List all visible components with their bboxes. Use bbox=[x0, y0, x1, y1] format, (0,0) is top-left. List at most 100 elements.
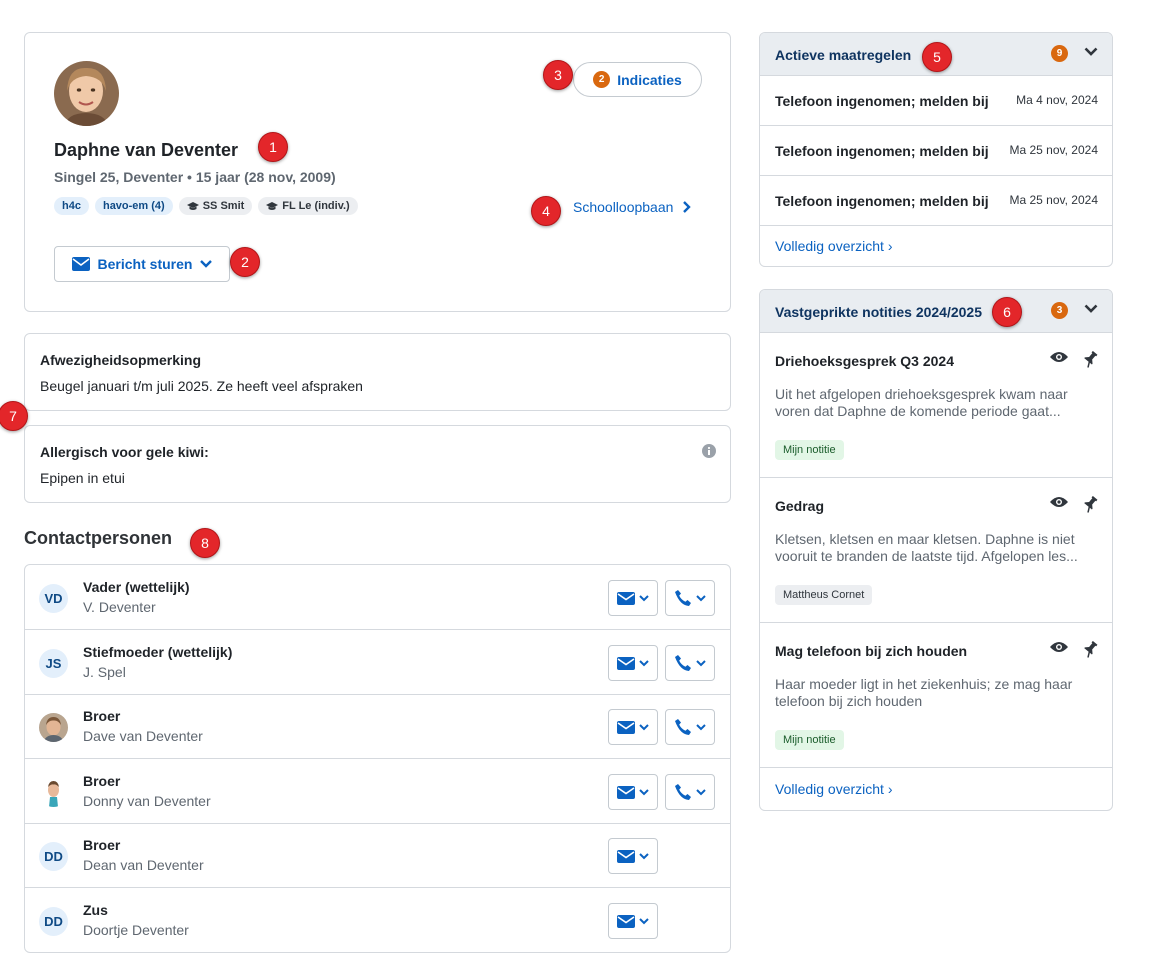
chevron-down-icon bbox=[696, 723, 706, 730]
contact-row: JS Stiefmoeder (wettelijk) J. Spel bbox=[25, 630, 730, 695]
contact-email-button[interactable] bbox=[608, 709, 658, 745]
pinned-note[interactable]: Driehoeksgesprek Q3 2024 Uit het afgelop… bbox=[760, 333, 1112, 478]
phone-icon bbox=[675, 784, 691, 800]
pinned-note-actions bbox=[1050, 351, 1098, 368]
measures-full-overview-link[interactable]: Volledig overzicht › bbox=[775, 238, 893, 254]
tag-class[interactable]: h4c bbox=[54, 197, 89, 215]
chevron-down-icon[interactable] bbox=[1084, 47, 1098, 57]
pinned-note[interactable]: Mag telefoon bij zich houden Haar moeder… bbox=[760, 623, 1112, 768]
send-message-button[interactable]: Bericht sturen bbox=[54, 246, 230, 282]
contact-row: DD Broer Dean van Deventer bbox=[25, 823, 730, 888]
measure-item[interactable]: Telefoon ingenomen; melden bij Ma 4 nov,… bbox=[760, 76, 1112, 126]
pin-icon[interactable] bbox=[1082, 351, 1098, 368]
tag-coach[interactable]: FL Le (indiv.) bbox=[258, 197, 358, 215]
contact-name: V. Deventer bbox=[83, 599, 156, 615]
measure-text: Telefoon ingenomen; melden bij bbox=[775, 93, 989, 109]
absence-note-title: Afwezigheidsopmerking bbox=[40, 352, 202, 368]
phone-icon bbox=[675, 590, 691, 606]
chevron-down-icon bbox=[696, 659, 706, 666]
contacts-list: VD Vader (wettelijk) V. Deventer JS Stie… bbox=[24, 564, 731, 953]
callout-marker-8: 8 bbox=[190, 528, 220, 558]
measure-date: Ma 25 nov, 2024 bbox=[1009, 193, 1098, 207]
tag-mentor-label: SS Smit bbox=[202, 200, 245, 212]
eye-icon[interactable] bbox=[1050, 351, 1068, 363]
notes-full-overview-link[interactable]: Volledig overzicht › bbox=[775, 781, 893, 797]
allergy-note-text: Epipen in etui bbox=[40, 470, 125, 486]
callout-marker-3: 3 bbox=[543, 60, 573, 90]
tag-mentor[interactable]: SS Smit bbox=[178, 197, 253, 215]
pinned-note-title: Mag telefoon bij zich houden bbox=[775, 643, 968, 659]
envelope-icon bbox=[617, 656, 635, 670]
contact-row: VD Vader (wettelijk) V. Deventer bbox=[25, 565, 730, 630]
chevron-down-icon bbox=[696, 788, 706, 795]
measure-text: Telefoon ingenomen; melden bij bbox=[775, 143, 989, 159]
tag-level[interactable]: havo-em (4) bbox=[94, 197, 173, 215]
absence-note-text: Beugel januari t/m juli 2025. Ze heeft v… bbox=[40, 378, 363, 394]
contact-avatar: DD bbox=[39, 842, 68, 871]
pinned-note-actions bbox=[1050, 496, 1098, 513]
chevron-down-icon[interactable] bbox=[1084, 304, 1098, 314]
contact-avatar-photo bbox=[39, 713, 68, 742]
contact-row: Broer Donny van Deventer bbox=[25, 759, 730, 824]
contact-row: Broer Dave van Deventer bbox=[25, 694, 730, 759]
contact-name: Donny van Deventer bbox=[83, 793, 211, 809]
graduation-cap-icon bbox=[186, 201, 199, 210]
pin-icon[interactable] bbox=[1082, 496, 1098, 513]
allergy-note-title: Allergisch voor gele kiwi: bbox=[40, 444, 209, 460]
measure-item[interactable]: Telefoon ingenomen; melden bij Ma 25 nov… bbox=[760, 176, 1112, 226]
indications-label: Indicaties bbox=[617, 71, 682, 88]
envelope-icon bbox=[617, 849, 635, 863]
pinned-notes-title: Vastgeprikte notities 2024/2025 bbox=[775, 304, 982, 320]
eye-icon[interactable] bbox=[1050, 496, 1068, 508]
callout-marker-4: 4 bbox=[531, 196, 561, 226]
contact-avatar: VD bbox=[39, 584, 68, 613]
chevron-down-icon bbox=[639, 788, 649, 795]
allergy-note-card: Allergisch voor gele kiwi: Epipen in etu… bbox=[24, 425, 731, 503]
indications-count-badge: 2 bbox=[593, 71, 611, 88]
contact-role: Zus bbox=[83, 902, 108, 918]
contact-email-button[interactable] bbox=[608, 645, 658, 681]
callout-marker-1: 1 bbox=[258, 132, 288, 162]
student-profile-card: Daphne van Deventer Singel 25, Deventer … bbox=[24, 32, 731, 312]
active-measures-count-badge: 9 bbox=[1051, 45, 1068, 62]
chevron-down-icon bbox=[639, 594, 649, 601]
envelope-icon bbox=[617, 720, 635, 734]
pinned-note-text: Kletsen, kletsen en maar kletsen. Daphne… bbox=[775, 531, 1078, 564]
contact-role: Vader (wettelijk) bbox=[83, 579, 190, 595]
phone-icon bbox=[675, 719, 691, 735]
phone-icon bbox=[675, 655, 691, 671]
eye-icon[interactable] bbox=[1050, 641, 1068, 653]
school-career-link[interactable]: Schoolloopbaan bbox=[573, 199, 692, 215]
chevron-down-icon bbox=[200, 260, 213, 268]
contacts-title: Contactpersonen bbox=[24, 528, 173, 548]
callout-marker-7: 7 bbox=[0, 401, 28, 431]
contact-phone-button[interactable] bbox=[665, 645, 715, 681]
pinned-note[interactable]: Gedrag Kletsen, kletsen en maar kletsen.… bbox=[760, 478, 1112, 623]
contact-phone-button[interactable] bbox=[665, 580, 715, 616]
contact-email-button[interactable] bbox=[608, 580, 658, 616]
pin-icon[interactable] bbox=[1082, 641, 1098, 658]
contact-avatar: JS bbox=[39, 649, 68, 678]
indications-button[interactable]: 2 Indicaties bbox=[573, 62, 702, 97]
measure-item[interactable]: Telefoon ingenomen; melden bij Ma 25 nov… bbox=[760, 126, 1112, 176]
envelope-icon bbox=[71, 257, 90, 271]
school-career-label: Schoolloopbaan bbox=[573, 199, 674, 215]
chevron-right-icon bbox=[683, 201, 692, 213]
contact-role: Broer bbox=[83, 837, 121, 853]
contact-phone-button[interactable] bbox=[665, 709, 715, 745]
pinned-note-author-tag: Mattheus Cornet bbox=[775, 585, 873, 605]
contact-name: Doortje Deventer bbox=[83, 922, 189, 938]
contact-phone-button[interactable] bbox=[665, 774, 715, 810]
contact-email-button[interactable] bbox=[608, 903, 658, 939]
chevron-down-icon bbox=[639, 723, 649, 730]
contact-avatar: DD bbox=[39, 907, 68, 936]
absence-note-card: Afwezigheidsopmerking Beugel januari t/m… bbox=[24, 333, 731, 411]
contact-email-button[interactable] bbox=[608, 774, 658, 810]
info-icon[interactable] bbox=[702, 444, 716, 458]
student-tags: h4c havo-em (4) SS Smit FL Le (indiv.) bbox=[54, 197, 358, 215]
pinned-notes-panel: Vastgeprikte notities 2024/2025 3 Drieho… bbox=[759, 289, 1113, 811]
contact-email-button[interactable] bbox=[608, 838, 658, 874]
contact-name: Dave van Deventer bbox=[83, 728, 203, 744]
pinned-notes-header[interactable]: Vastgeprikte notities 2024/2025 3 bbox=[760, 290, 1112, 333]
envelope-icon bbox=[617, 591, 635, 605]
